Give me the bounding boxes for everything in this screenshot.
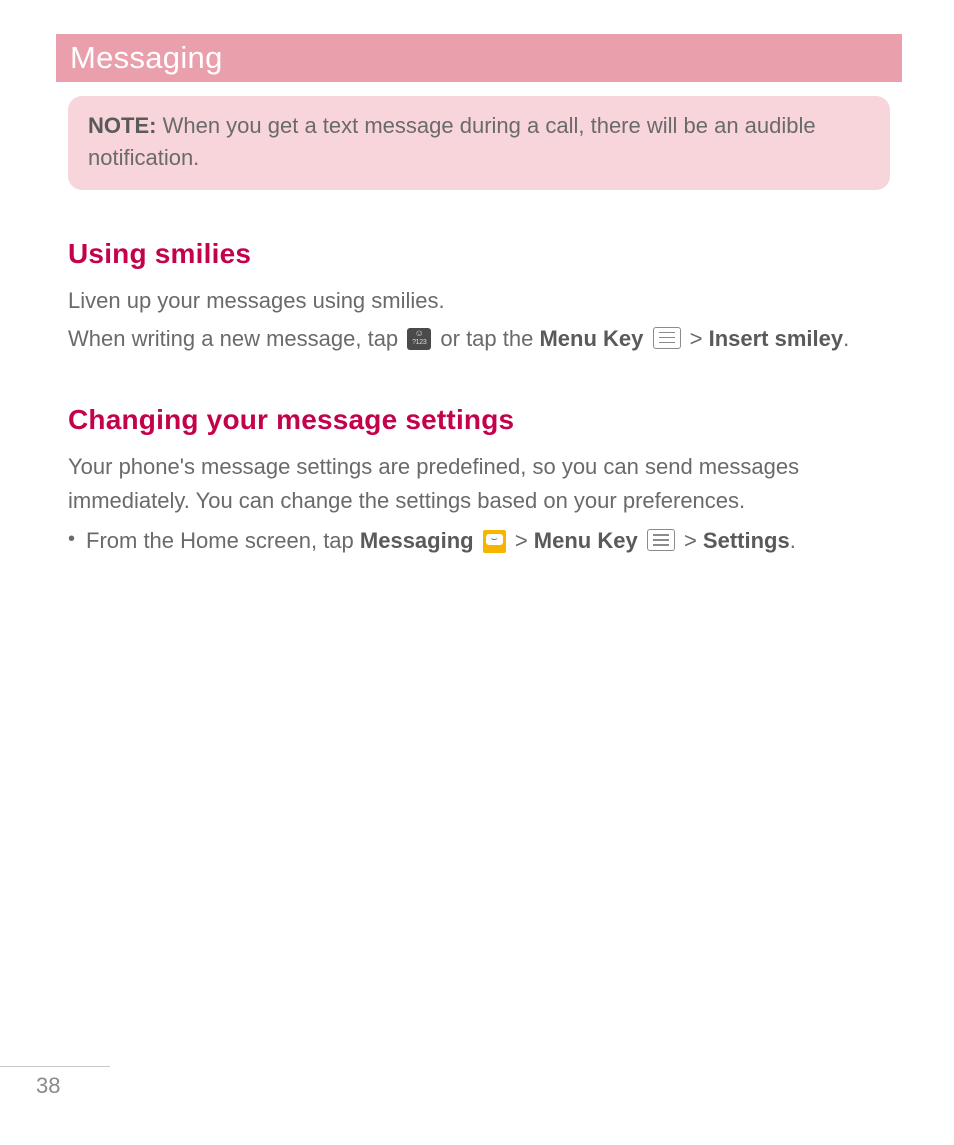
bold-text: Settings [703, 528, 790, 553]
page-number: 38 [0, 1073, 110, 1099]
text-run: . [790, 528, 796, 553]
text-run: From the Home screen, tap [86, 528, 360, 553]
heading-using-smilies: Using smilies [68, 238, 890, 270]
text-run: . [843, 326, 849, 351]
bold-text: Menu Key [534, 528, 638, 553]
paragraph: Liven up your messages using smilies. [68, 284, 890, 318]
menu-key-icon [653, 327, 681, 349]
note-box: NOTE: When you get a text message during… [68, 96, 890, 190]
heading-changing-settings: Changing your message settings [68, 404, 890, 436]
paragraph: When writing a new message, tap or tap t… [68, 322, 890, 356]
text-run: > [509, 528, 534, 553]
list-item-body: From the Home screen, tap Messaging > Me… [86, 524, 890, 558]
bullet-marker: • [68, 524, 86, 555]
bold-text: Messaging [360, 528, 474, 553]
text-run: When writing a new message, tap [68, 326, 404, 351]
emoji-keyboard-icon [407, 328, 431, 350]
section-title: Messaging [70, 40, 223, 76]
bold-text: Menu Key [539, 326, 643, 351]
bold-text: Insert smiley [709, 326, 844, 351]
note-label: NOTE: [88, 113, 156, 138]
manual-page: Messaging NOTE: When you get a text mess… [0, 0, 954, 1145]
list-item: • From the Home screen, tap Messaging > … [68, 524, 890, 558]
messaging-app-icon [483, 530, 506, 553]
paragraph: Your phone's message settings are predef… [68, 450, 890, 518]
text-run: > [678, 528, 703, 553]
page-footer: 38 [0, 1066, 110, 1099]
text-run: > [684, 326, 709, 351]
text-run: or tap the [434, 326, 539, 351]
note-text: When you get a text message during a cal… [88, 113, 816, 170]
menu-key-icon [647, 529, 675, 551]
section-title-bar: Messaging [56, 34, 902, 82]
